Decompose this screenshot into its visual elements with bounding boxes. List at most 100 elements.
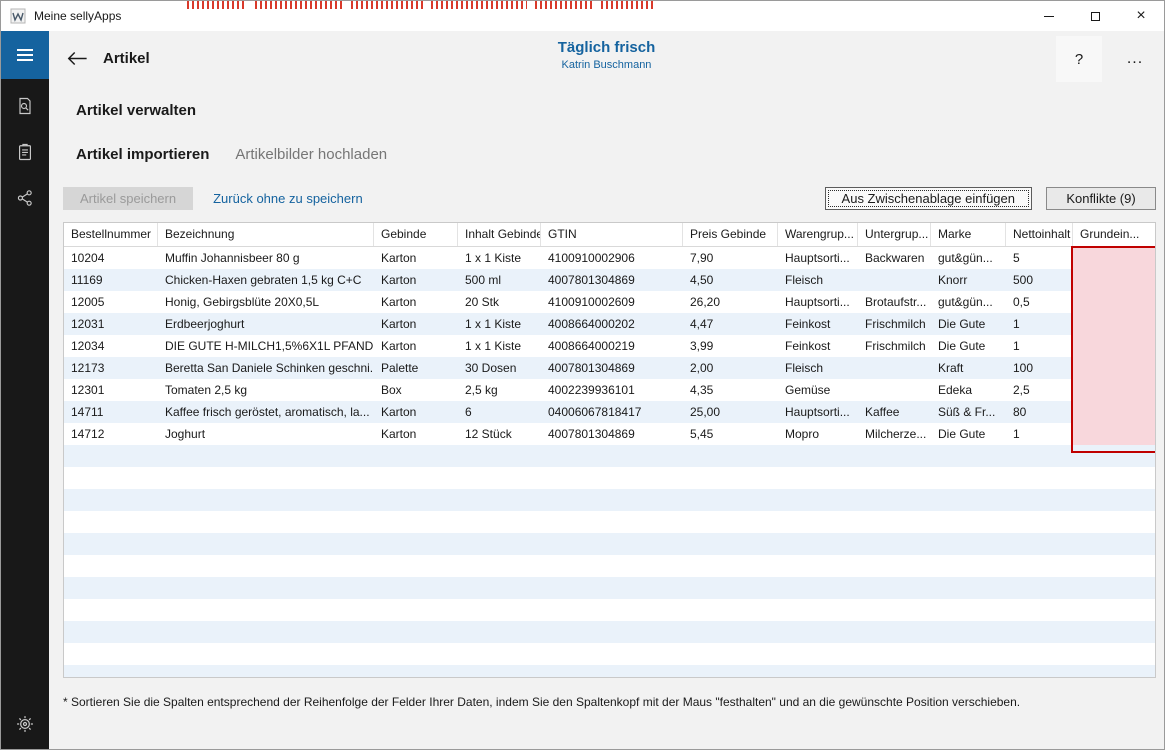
paste-from-clipboard-button[interactable]: Aus Zwischenablage einfügen — [825, 187, 1032, 210]
table-cell[interactable]: Honig, Gebirgsblüte 20X0,5L — [158, 291, 374, 313]
table-cell[interactable]: 80 — [1006, 401, 1073, 423]
column-header[interactable]: Warengrup... — [778, 223, 858, 246]
conflict-cell[interactable] — [1073, 313, 1156, 335]
table-cell[interactable] — [858, 379, 931, 401]
table-cell[interactable]: Palette — [374, 357, 458, 379]
table-row[interactable]: 12005Honig, Gebirgsblüte 20X0,5LKarton20… — [64, 291, 1155, 313]
table-cell[interactable]: 12173 — [64, 357, 158, 379]
table-cell[interactable]: Chicken-Haxen gebraten 1,5 kg C+C — [158, 269, 374, 291]
table-cell[interactable]: Brotaufstr... — [858, 291, 931, 313]
table-cell[interactable]: Hauptsorti... — [778, 247, 858, 269]
conflict-cell[interactable] — [1073, 247, 1156, 269]
table-cell[interactable]: Feinkost — [778, 335, 858, 357]
column-header[interactable]: Gebinde — [374, 223, 458, 246]
table-cell[interactable]: 12005 — [64, 291, 158, 313]
table-cell[interactable]: 1 — [1006, 313, 1073, 335]
table-cell[interactable]: Fleisch — [778, 269, 858, 291]
conflict-cell[interactable] — [1073, 291, 1156, 313]
table-cell[interactable]: 4,50 — [683, 269, 778, 291]
table-cell[interactable]: Die Gute — [931, 423, 1006, 445]
table-cell[interactable]: 25,00 — [683, 401, 778, 423]
help-button[interactable]: ? — [1056, 36, 1102, 82]
table-cell[interactable]: Box — [374, 379, 458, 401]
column-header[interactable]: Inhalt Gebinde — [458, 223, 541, 246]
table-cell[interactable]: Kaffee — [858, 401, 931, 423]
table-cell[interactable]: 26,20 — [683, 291, 778, 313]
table-cell[interactable]: 4008664000202 — [541, 313, 683, 335]
hamburger-menu-button[interactable] — [1, 31, 49, 79]
table-cell[interactable]: 12031 — [64, 313, 158, 335]
table-cell[interactable]: 1 x 1 Kiste — [458, 247, 541, 269]
column-header[interactable]: Marke — [931, 223, 1006, 246]
table-cell[interactable]: Karton — [374, 313, 458, 335]
table-cell[interactable]: 4007801304869 — [541, 357, 683, 379]
table-cell[interactable]: 1 — [1006, 335, 1073, 357]
table-row[interactable]: 12031ErdbeerjoghurtKarton1 x 1 Kiste4008… — [64, 313, 1155, 335]
column-header[interactable]: Bestellnummer — [64, 223, 158, 246]
tab-artikel-importieren[interactable]: Artikel importieren — [76, 146, 209, 163]
save-articles-button[interactable]: Artikel speichern — [63, 187, 193, 210]
table-cell[interactable]: Joghurt — [158, 423, 374, 445]
table-cell[interactable]: Kraft — [931, 357, 1006, 379]
table-cell[interactable]: Die Gute — [931, 313, 1006, 335]
table-cell[interactable]: 5 — [1006, 247, 1073, 269]
table-cell[interactable]: Hauptsorti... — [778, 401, 858, 423]
table-cell[interactable]: 4002239936101 — [541, 379, 683, 401]
table-cell[interactable]: Karton — [374, 291, 458, 313]
table-cell[interactable]: 04006067818417 — [541, 401, 683, 423]
column-header[interactable]: Grundein... — [1073, 223, 1156, 246]
table-cell[interactable]: 500 — [1006, 269, 1073, 291]
conflict-cell[interactable] — [1073, 269, 1156, 291]
column-header[interactable]: Untergrup... — [858, 223, 931, 246]
table-cell[interactable]: 4,47 — [683, 313, 778, 335]
table-cell[interactable]: Frischmilch — [858, 335, 931, 357]
table-cell[interactable]: 12301 — [64, 379, 158, 401]
table-cell[interactable] — [858, 269, 931, 291]
table-row[interactable]: 12173Beretta San Daniele Schinken geschn… — [64, 357, 1155, 379]
sidebar-item-share[interactable] — [1, 175, 49, 221]
table-row[interactable]: 12301Tomaten 2,5 kgBox2,5 kg400223993610… — [64, 379, 1155, 401]
table-cell[interactable]: 4100910002609 — [541, 291, 683, 313]
table-cell[interactable]: Kaffee frisch geröstet, aromatisch, la..… — [158, 401, 374, 423]
conflict-cell[interactable] — [1073, 335, 1156, 357]
table-cell[interactable]: 2,00 — [683, 357, 778, 379]
table-row[interactable]: 14712JoghurtKarton12 Stück40078013048695… — [64, 423, 1155, 445]
table-cell[interactable]: Karton — [374, 335, 458, 357]
table-cell[interactable]: 1 — [1006, 423, 1073, 445]
table-cell[interactable]: 14712 — [64, 423, 158, 445]
table-row[interactable]: 12034DIE GUTE H-MILCH1,5%6X1L PFANDKarto… — [64, 335, 1155, 357]
table-cell[interactable]: 4,35 — [683, 379, 778, 401]
table-cell[interactable]: 0,5 — [1006, 291, 1073, 313]
table-cell[interactable]: 12034 — [64, 335, 158, 357]
table-cell[interactable]: Knorr — [931, 269, 1006, 291]
table-cell[interactable]: Edeka — [931, 379, 1006, 401]
table-cell[interactable]: Muffin Johannisbeer 80 g — [158, 247, 374, 269]
table-cell[interactable]: Süß & Fr... — [931, 401, 1006, 423]
table-cell[interactable]: Tomaten 2,5 kg — [158, 379, 374, 401]
back-button[interactable] — [57, 39, 97, 79]
table-row[interactable]: 14711Kaffee frisch geröstet, aromatisch,… — [64, 401, 1155, 423]
table-cell[interactable]: 7,90 — [683, 247, 778, 269]
table-cell[interactable]: DIE GUTE H-MILCH1,5%6X1L PFAND — [158, 335, 374, 357]
table-cell[interactable]: Frischmilch — [858, 313, 931, 335]
table-cell[interactable]: Backwaren — [858, 247, 931, 269]
table-cell[interactable]: 4008664000219 — [541, 335, 683, 357]
column-header[interactable]: GTIN — [541, 223, 683, 246]
sidebar-item-search-articles[interactable] — [1, 83, 49, 129]
table-cell[interactable]: 500 ml — [458, 269, 541, 291]
conflict-cell[interactable] — [1073, 379, 1156, 401]
conflict-cell[interactable] — [1073, 401, 1156, 423]
table-cell[interactable]: Karton — [374, 247, 458, 269]
column-header[interactable]: Bezeichnung — [158, 223, 374, 246]
table-cell[interactable]: 12 Stück — [458, 423, 541, 445]
table-cell[interactable]: 4007801304869 — [541, 423, 683, 445]
table-cell[interactable]: 14711 — [64, 401, 158, 423]
table-cell[interactable]: 30 Dosen — [458, 357, 541, 379]
sidebar-item-article-list[interactable] — [1, 129, 49, 175]
table-row[interactable]: 10204Muffin Johannisbeer 80 gKarton1 x 1… — [64, 247, 1155, 269]
column-header[interactable]: Preis Gebinde — [683, 223, 778, 246]
table-cell[interactable]: 11169 — [64, 269, 158, 291]
table-cell[interactable]: 1 x 1 Kiste — [458, 335, 541, 357]
window-minimize-button[interactable] — [1026, 1, 1072, 31]
back-without-saving-link[interactable]: Zurück ohne zu speichern — [213, 191, 363, 206]
